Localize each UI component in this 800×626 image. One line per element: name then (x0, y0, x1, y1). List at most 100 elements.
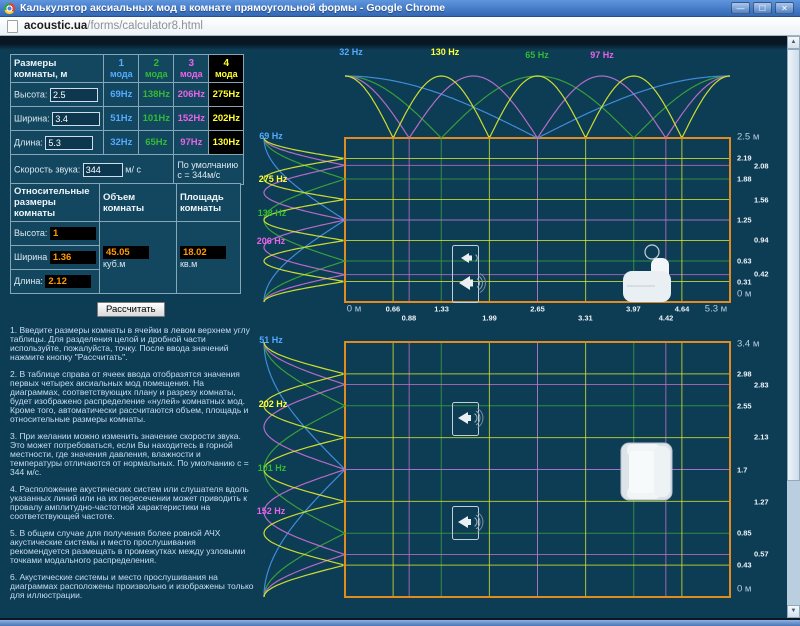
relative-width-value: 1.36 (50, 251, 96, 264)
height-axis-tick: 2.19 (737, 154, 752, 163)
size-header: Размеры комнаты, м (11, 55, 104, 83)
width-mode4-freq-label: 202 Hz (259, 399, 288, 409)
width-axis-tick: 3.4 м (737, 339, 759, 350)
volume-header: Объем комнаты (99, 184, 176, 222)
page-content: 0 м0.660.881.331.992.653.313.974.424.645… (0, 36, 800, 618)
width-axis-tick: 2.13 (754, 433, 769, 442)
instructions: 1. Введите размеры комнаты в ячейки в ле… (10, 326, 255, 608)
length-mode3-freq: 97Hz (174, 131, 209, 155)
speaker-top-view-right (453, 507, 483, 540)
speed-input[interactable] (83, 163, 123, 177)
width-row-label: Ширина: (11, 107, 104, 131)
chrome-favicon-icon (4, 3, 15, 14)
width-mode1-freq-label: 51 Hz (259, 335, 283, 345)
height-mode4-freq-label: 275 Hz (259, 174, 288, 184)
width-axis-tick: 0.85 (737, 529, 752, 538)
volume-cell: 45.05 куб.м (99, 222, 176, 294)
height-axis-tick: 0 м (737, 289, 751, 300)
width-mode4-freq: 202Hz (209, 107, 244, 131)
height-axis-tick: 0.94 (754, 236, 769, 245)
scroll-up-icon: ▲ (791, 39, 797, 45)
relative-height-value: 1 (50, 227, 96, 240)
area-header: Площадь комнаты (176, 184, 240, 222)
length-axis-tick: 3.97 (626, 305, 641, 314)
height-mode1-freq-label: 69 Hz (259, 131, 283, 141)
mode1-header: 1мода (104, 55, 139, 83)
length-axis-tick: 4.64 (675, 305, 690, 314)
width-axis-tick: 0 м (737, 584, 751, 595)
width-axis-tick: 1.27 (754, 497, 769, 506)
width-axis-tick: 0.57 (754, 550, 769, 559)
armchair-top-view (621, 443, 672, 500)
width-mode3-freq-label: 152 Hz (257, 506, 286, 516)
length-mode1-freq-label: 32 Hz (339, 47, 363, 57)
height-axis-tick: 0.63 (737, 256, 752, 265)
width-axis-tick: 2.55 (737, 401, 752, 410)
url-text[interactable]: acoustic.ua/forms/calculator8.html (24, 20, 203, 32)
room-size-table: Размеры комнаты, м 1мода 2мода 3мода 4мо… (10, 54, 244, 185)
height-mode2-freq: 138Hz (139, 83, 174, 107)
close-button[interactable]: ✕ (775, 2, 794, 14)
speaker-top-view-left (453, 403, 483, 436)
mode2-header: 2мода (139, 55, 174, 83)
relative-size-header: Относительные размеры комнаты (11, 184, 100, 222)
instruction-4: 4. Расположение акустических систем или … (10, 485, 255, 521)
length-mode2-freq: 65Hz (139, 131, 174, 155)
height-mode1-freq: 69Hz (104, 83, 139, 107)
scrollbar-thumb[interactable] (787, 49, 800, 481)
instruction-6: 6. Акустические системы и место прослуши… (10, 573, 255, 600)
length-axis-tick: 0.66 (386, 305, 401, 314)
height-mode2-freq-label: 138 Hz (258, 208, 287, 218)
width-axis-tick: 1.7 (737, 465, 747, 474)
address-bar[interactable]: acoustic.ua/forms/calculator8.html (0, 17, 800, 36)
height-axis-tick: 2.5 м (737, 132, 759, 143)
height-axis-tick: 1.56 (754, 195, 769, 204)
length-mode4-freq-label: 130 Hz (431, 47, 460, 57)
height-axis-tick: 0.42 (754, 270, 769, 279)
length-mode2-freq-label: 65 Hz (525, 50, 549, 60)
length-mode1-freq: 32Hz (104, 131, 139, 155)
length-axis-tick: 2.65 (530, 305, 545, 314)
minimize-button[interactable]: — (731, 2, 750, 14)
relative-length-value: 2.12 (45, 275, 91, 288)
url-path: /forms/calculator8.html (87, 20, 203, 32)
scrollbar[interactable]: ▲ ▼ (787, 36, 800, 618)
mode3-header: 3мода (174, 55, 209, 83)
relative-width-row: Ширина 1.36 (11, 246, 100, 270)
length-axis-tick: 1.33 (434, 305, 449, 314)
volume-value: 45.05 (103, 246, 149, 259)
speed-default-note: По умолчанию с = 344м/с (174, 155, 244, 185)
area-value: 18.02 (180, 246, 226, 259)
maximize-button[interactable]: ☐ (753, 2, 772, 14)
width-mode1-freq: 51Hz (104, 107, 139, 131)
length-axis-tick: 0 м (347, 304, 361, 315)
length-axis-tick: 5.3 м (705, 304, 727, 315)
calculate-button[interactable]: Рассчитать (97, 302, 165, 317)
url-domain: acoustic.ua (24, 20, 87, 32)
height-mode3-freq-label: 206 Hz (257, 236, 286, 246)
area-cell: 18.02 кв.м (176, 222, 240, 294)
height-axis-tick: 1.25 (737, 216, 752, 225)
mode4-header: 4мода (209, 55, 244, 83)
length-row-label: Длина: (11, 131, 104, 155)
title-bar: Калькулятор аксиальных мод в комнате пря… (0, 0, 800, 17)
length-axis-tick: 4.42 (659, 314, 674, 323)
scroll-down-button[interactable]: ▼ (787, 605, 800, 618)
scroll-up-button[interactable]: ▲ (787, 36, 800, 49)
length-input[interactable] (45, 136, 93, 150)
length-mode4-freq: 130Hz (209, 131, 244, 155)
width-axis-tick: 2.98 (737, 369, 752, 378)
browser-window: Калькулятор аксиальных мод в комнате пря… (0, 0, 800, 626)
instruction-5: 5. В общем случае для получения более ро… (10, 529, 255, 565)
height-mode4-freq: 275Hz (209, 83, 244, 107)
instruction-3: 3. При желании можно изменить значение с… (10, 432, 255, 477)
height-axis-tick: 2.08 (754, 161, 769, 170)
width-mode2-freq-label: 101 Hz (258, 463, 287, 473)
width-input[interactable] (52, 112, 100, 126)
derived-values-table: Относительные размеры комнаты Объем комн… (10, 183, 241, 294)
length-axis-tick: 1.99 (482, 314, 497, 323)
width-axis-tick: 2.83 (754, 380, 769, 389)
relative-length-row: Длина: 2.12 (11, 270, 100, 294)
height-input[interactable] (50, 88, 98, 102)
mode-curves-and-grid (264, 76, 730, 597)
